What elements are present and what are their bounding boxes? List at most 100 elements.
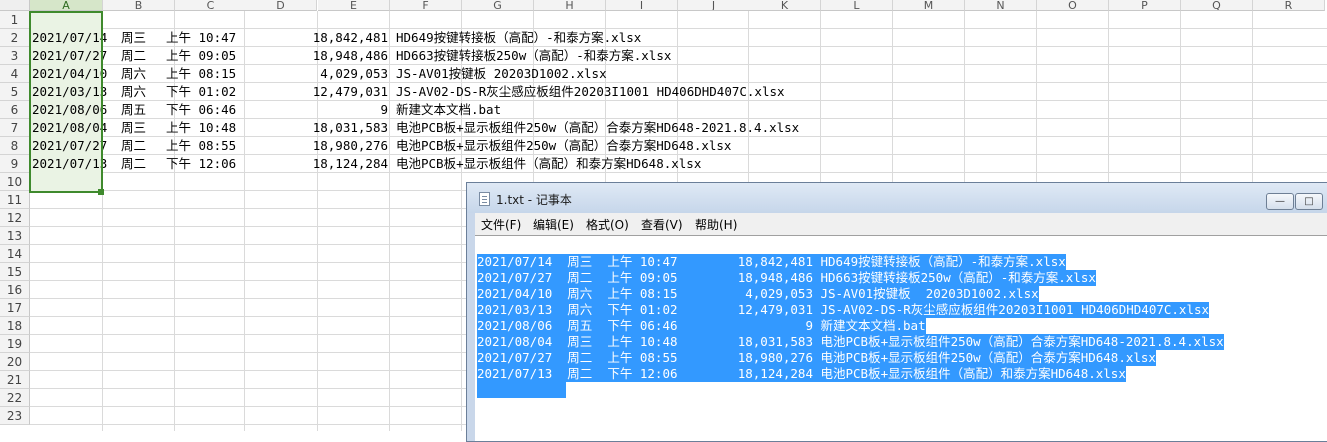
row-header-8[interactable]: 8 bbox=[0, 137, 30, 155]
cell-size[interactable]: 18,124,284 bbox=[313, 155, 388, 173]
row-header-15[interactable]: 15 bbox=[0, 263, 30, 281]
select-all-corner[interactable] bbox=[0, 0, 30, 11]
column-a-selection bbox=[29, 11, 103, 193]
notepad-line[interactable]: 2021/07/13 周二 下午 12:06 18,124,284 电池PCB板… bbox=[477, 366, 1126, 382]
menu-format[interactable]: 格式(O) bbox=[586, 216, 629, 233]
notepad-line[interactable]: 2021/03/13 周六 下午 01:02 12,479,031 JS-AV0… bbox=[477, 302, 1210, 318]
grid-line bbox=[244, 11, 245, 431]
cell-time[interactable]: 下午 06:46 bbox=[166, 101, 236, 119]
cell-size[interactable]: 18,980,276 bbox=[313, 137, 388, 155]
cell-time[interactable]: 上午 08:15 bbox=[166, 65, 236, 83]
notepad-title: 1.txt - 记事本 bbox=[496, 193, 572, 207]
row-header-5[interactable]: 5 bbox=[0, 83, 30, 101]
notepad-line[interactable]: 2021/07/14 周三 上午 10:47 18,842,481 HD649按… bbox=[477, 254, 1066, 270]
column-header-m[interactable]: M bbox=[893, 0, 965, 11]
cell-size[interactable]: 4,029,053 bbox=[320, 65, 388, 83]
row-header-4[interactable]: 4 bbox=[0, 65, 30, 83]
cell-name[interactable]: JS-AV01按键板 20203D1002.xlsx bbox=[396, 65, 607, 83]
menu-help[interactable]: 帮助(H) bbox=[695, 216, 737, 233]
row-header-2[interactable]: 2 bbox=[0, 29, 30, 47]
row-header-16[interactable]: 16 bbox=[0, 281, 30, 299]
cell-size[interactable]: 12,479,031 bbox=[313, 83, 388, 101]
column-header-h[interactable]: H bbox=[534, 0, 606, 11]
grid-line bbox=[389, 11, 390, 431]
cell-name[interactable]: 电池PCB板+显示板组件250w（高配）合泰方案HD648.xlsx bbox=[396, 137, 731, 155]
cell-time[interactable]: 上午 10:48 bbox=[166, 119, 236, 137]
menu-view[interactable]: 查看(V) bbox=[641, 216, 683, 233]
notepad-title-bar[interactable]: 1.txt - 记事本 — □ bbox=[467, 183, 1327, 213]
cell-weekday[interactable]: 周三 bbox=[121, 29, 146, 47]
row-header-22[interactable]: 22 bbox=[0, 389, 30, 407]
row-header-17[interactable]: 17 bbox=[0, 299, 30, 317]
fill-handle[interactable] bbox=[98, 189, 104, 195]
cell-size[interactable]: 9 bbox=[380, 101, 388, 119]
notepad-text-area[interactable]: 2021/07/14 周三 上午 10:47 18,842,481 HD649按… bbox=[475, 235, 1327, 441]
row-header-14[interactable]: 14 bbox=[0, 245, 30, 263]
cell-name[interactable]: 电池PCB板+显示板组件250w（高配）合泰方案HD648-2021.8.4.x… bbox=[396, 119, 799, 137]
notepad-line[interactable]: 2021/07/27 周二 上午 08:55 18,980,276 电池PCB板… bbox=[477, 350, 1156, 366]
cell-weekday[interactable]: 周二 bbox=[121, 47, 146, 65]
cell-time[interactable]: 上午 10:47 bbox=[166, 29, 236, 47]
row-header-21[interactable]: 21 bbox=[0, 371, 30, 389]
cell-weekday[interactable]: 周二 bbox=[121, 137, 146, 155]
row-header-10[interactable]: 10 bbox=[0, 173, 30, 191]
cell-size[interactable]: 18,031,583 bbox=[313, 119, 388, 137]
row-header-3[interactable]: 3 bbox=[0, 47, 30, 65]
column-header-j[interactable]: J bbox=[678, 0, 750, 11]
cell-size[interactable]: 18,842,481 bbox=[313, 29, 388, 47]
row-header-19[interactable]: 19 bbox=[0, 335, 30, 353]
cell-name[interactable]: 电池PCB板+显示板组件（高配）和泰方案HD648.xlsx bbox=[396, 155, 701, 173]
cell-time[interactable]: 下午 12:06 bbox=[166, 155, 236, 173]
column-header-r[interactable]: R bbox=[1253, 0, 1325, 11]
cell-time[interactable]: 下午 01:02 bbox=[166, 83, 236, 101]
cell-weekday[interactable]: 周六 bbox=[121, 83, 146, 101]
cell-weekday[interactable]: 周五 bbox=[121, 101, 146, 119]
cell-name[interactable]: 新建文本文档.bat bbox=[396, 101, 501, 119]
column-header-p[interactable]: P bbox=[1109, 0, 1181, 11]
cell-name[interactable]: HD663按键转接板250w（高配）-和泰方案.xlsx bbox=[396, 47, 671, 65]
cell-name[interactable]: HD649按键转接板（高配）-和泰方案.xlsx bbox=[396, 29, 641, 47]
cell-size[interactable]: 18,948,486 bbox=[313, 47, 388, 65]
cell-weekday[interactable]: 周二 bbox=[121, 155, 146, 173]
cell-time[interactable]: 上午 08:55 bbox=[166, 137, 236, 155]
column-header-e[interactable]: E bbox=[318, 0, 390, 11]
column-header-c[interactable]: C bbox=[175, 0, 247, 11]
row-header-13[interactable]: 13 bbox=[0, 227, 30, 245]
column-header-g[interactable]: G bbox=[462, 0, 534, 11]
row-header-18[interactable]: 18 bbox=[0, 317, 30, 335]
cell-weekday[interactable]: 周六 bbox=[121, 65, 146, 83]
notepad-line[interactable]: 2021/07/27 周二 上午 09:05 18,948,486 HD663按… bbox=[477, 270, 1096, 286]
row-header-11[interactable]: 11 bbox=[0, 191, 30, 209]
column-header-o[interactable]: O bbox=[1037, 0, 1109, 11]
selected-empty-line bbox=[477, 382, 566, 398]
row-header-23[interactable]: 23 bbox=[0, 407, 30, 425]
column-header-k[interactable]: K bbox=[749, 0, 821, 11]
menu-file[interactable]: 文件(F) bbox=[481, 216, 521, 233]
cell-weekday[interactable]: 周三 bbox=[121, 119, 146, 137]
column-header-b[interactable]: B bbox=[103, 0, 175, 11]
row-header-1[interactable]: 1 bbox=[0, 11, 30, 29]
column-header-i[interactable]: I bbox=[606, 0, 678, 11]
minimize-button[interactable]: — bbox=[1266, 193, 1294, 210]
cell-time[interactable]: 上午 09:05 bbox=[166, 47, 236, 65]
column-header-f[interactable]: F bbox=[390, 0, 462, 11]
notepad-line[interactable]: 2021/08/04 周三 上午 10:48 18,031,583 电池PCB板… bbox=[477, 334, 1224, 350]
row-header-12[interactable]: 12 bbox=[0, 209, 30, 227]
column-header-a[interactable]: A bbox=[30, 0, 103, 11]
column-header-l[interactable]: L bbox=[821, 0, 893, 11]
notepad-line[interactable]: 2021/08/06 周五 下午 06:46 9 新建文本文档.bat bbox=[477, 318, 926, 334]
column-header-n[interactable]: N bbox=[965, 0, 1037, 11]
grid-line bbox=[317, 11, 318, 431]
row-header-7[interactable]: 7 bbox=[0, 119, 30, 137]
notepad-line[interactable]: 2021/04/10 周六 上午 08:15 4,029,053 JS-AV01… bbox=[477, 286, 1039, 302]
column-header-d[interactable]: D bbox=[245, 0, 317, 11]
cell-name[interactable]: JS-AV02-DS-R灰尘感应板组件20203I1001 HD406DHD40… bbox=[396, 83, 785, 101]
menu-edit[interactable]: 编辑(E) bbox=[533, 216, 574, 233]
notepad-icon bbox=[479, 192, 490, 206]
maximize-button[interactable]: □ bbox=[1295, 193, 1323, 210]
row-header-9[interactable]: 9 bbox=[0, 155, 30, 173]
row-header-6[interactable]: 6 bbox=[0, 101, 30, 119]
row-header-20[interactable]: 20 bbox=[0, 353, 30, 371]
notepad-window[interactable]: 1.txt - 记事本 — □ 文件(F) 编辑(E) 格式(O) 查看(V) … bbox=[466, 182, 1327, 442]
column-header-q[interactable]: Q bbox=[1181, 0, 1253, 11]
